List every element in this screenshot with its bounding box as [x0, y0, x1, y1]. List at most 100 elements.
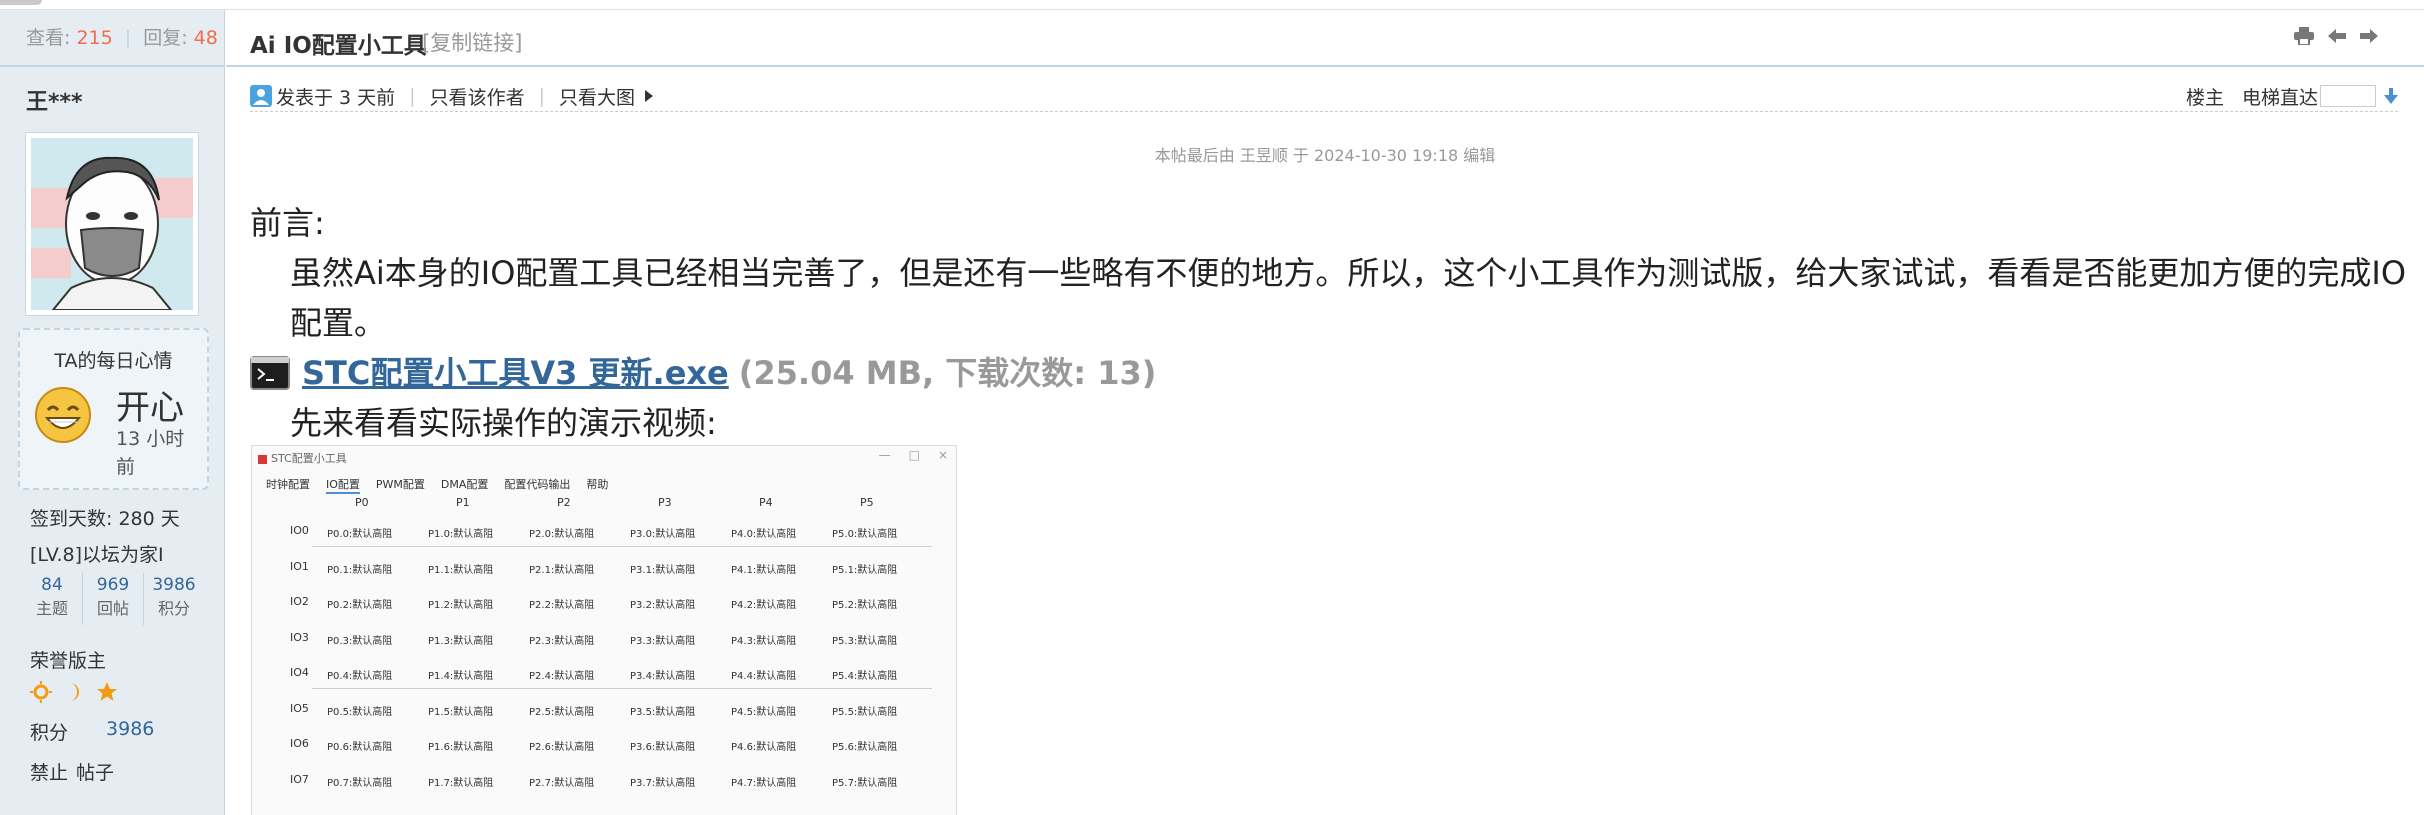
- top-strip: [0, 0, 2424, 10]
- author-name[interactable]: 王***: [26, 84, 83, 116]
- mood-word: 开心: [116, 388, 184, 428]
- honor-title: 荣誉版主: [30, 650, 107, 672]
- count-label: 主题: [35, 599, 68, 618]
- shot-cell: P3.0:默认高阻: [630, 529, 696, 540]
- count-value[interactable]: 84: [22, 573, 82, 597]
- shot-window-title: STC配置小工具: [258, 450, 347, 466]
- post-content: 前言: 虽然Ai本身的IO配置工具已经相当完善了，但是还有一些略有不便的地方。所…: [250, 198, 2410, 448]
- thread-titlebar: Ai IO配置小工具 [复制链接]: [226, 10, 2424, 67]
- attachment-meta: (25.04 MB, 下载次数: 13): [738, 354, 1157, 392]
- shot-column-header: P4: [759, 496, 773, 509]
- shot-cell: P4.5:默认高阻: [731, 706, 797, 718]
- author-sidebar: 查看: 215 | 回复: 48 王*** TA的每日心情 开心 13 小时前 …: [0, 10, 225, 815]
- posts-link[interactable]: 帖子: [76, 758, 114, 785]
- shot-cell: P5.6:默认高阻: [832, 742, 898, 753]
- shot-row-label: IO7: [290, 772, 309, 786]
- shot-cell: P1.4:默认高阻: [428, 671, 494, 682]
- shot-title-text: STC配置小工具: [271, 452, 347, 465]
- post-paragraph: 虽然Ai本身的IO配置工具已经相当完善了，但是还有一些略有不便的地方。所以，这个…: [290, 254, 2407, 342]
- count-points[interactable]: 3986 积分: [144, 573, 204, 625]
- triangle-right-icon[interactable]: [643, 89, 655, 103]
- shot-row-label: IO0: [290, 524, 309, 537]
- shot-cell: P4.7:默认高阻: [731, 777, 797, 789]
- down-arrow-icon[interactable]: [2384, 88, 2398, 104]
- shot-cell: P0.6:默认高阻: [327, 742, 393, 753]
- mood-time: 13 小时前: [116, 428, 185, 478]
- shot-row-label: IO1: [290, 559, 309, 573]
- shot-cell: P0.5:默认高阻: [327, 706, 393, 718]
- score-row: 积分 3986: [30, 718, 154, 745]
- ban-link[interactable]: 禁止: [30, 758, 68, 785]
- embedded-screenshot[interactable]: STC配置小工具 — □ × 时钟配置 IO配置 PWM配置 DMA配置 配置代…: [251, 445, 957, 815]
- count-value[interactable]: 3986: [144, 573, 204, 597]
- title-tools: [2294, 27, 2378, 45]
- shot-cell: P2.6:默认高阻: [529, 742, 595, 753]
- happy-face-icon: [35, 387, 91, 443]
- shot-cell: P4.4:默认高阻: [731, 671, 797, 682]
- shot-cell: P2.7:默认高阻: [529, 777, 595, 789]
- shot-cell: P2.3:默认高阻: [529, 635, 595, 647]
- maximize-icon: □: [908, 448, 920, 462]
- shot-cell: P0.4:默认高阻: [327, 671, 393, 682]
- post-info-right: 楼主 电梯直达: [2186, 82, 2398, 110]
- terminal-icon: [250, 356, 290, 390]
- shot-cell: P2.2:默认高阻: [529, 600, 595, 611]
- shot-cell: P3.7:默认高阻: [630, 777, 696, 789]
- attachment-link[interactable]: STC配置小工具V3 更新.exe: [302, 348, 729, 398]
- shot-cell: P4.1:默认高阻: [731, 564, 797, 576]
- star-icon: [97, 682, 117, 701]
- count-replies[interactable]: 969 回帖: [83, 573, 144, 625]
- shot-column-header: P1: [456, 496, 470, 509]
- attachment: STC配置小工具V3 更新.exe (25.04 MB, 下载次数: 13): [250, 348, 2410, 398]
- demo-text: 先来看看实际操作的演示视频:: [290, 404, 717, 442]
- avatar-image: [31, 138, 193, 310]
- shot-cell: P1.2:默认高阻: [428, 600, 494, 611]
- shot-cell: P1.6:默认高阻: [428, 742, 494, 753]
- divider: |: [538, 85, 545, 107]
- floor-label: 楼主: [2185, 86, 2224, 109]
- shot-tab: 帮助: [586, 478, 609, 491]
- big-image-link[interactable]: 只看大图: [559, 83, 635, 110]
- arrow-right-icon[interactable]: [2360, 27, 2378, 45]
- shot-cell: P3.6:默认高阻: [630, 742, 696, 753]
- score-label: 积分: [30, 722, 69, 744]
- post-info-bar: 发表于 3 天前 | 只看该作者 | 只看大图 楼主 电梯直达: [250, 82, 2398, 112]
- views-label: 查看:: [26, 27, 71, 49]
- shot-cell: P4.3:默认高阻: [731, 635, 797, 647]
- divider: |: [409, 85, 416, 107]
- thread-stats: 查看: 215 | 回复: 48: [0, 10, 224, 67]
- shot-cell: P4.2:默认高阻: [731, 600, 797, 611]
- post-time: 发表于 3 天前: [276, 86, 396, 109]
- shot-cell: P1.0:默认高阻: [428, 529, 494, 540]
- shot-cell: P3.5:默认高阻: [630, 706, 696, 718]
- avatar[interactable]: [25, 132, 199, 316]
- post-main: Ai IO配置小工具 [复制链接] 发表于 3 天前 | 只看该作者 | 只看大…: [226, 10, 2424, 815]
- shot-cell: P3.1:默认高阻: [630, 564, 696, 576]
- shot-window-buttons: — □ ×: [879, 448, 948, 462]
- shot-cell: P3.3:默认高阻: [630, 635, 696, 647]
- shot-cell: P1.7:默认高阻: [428, 777, 494, 789]
- shot-tab: PWM配置: [375, 478, 425, 491]
- count-value[interactable]: 969: [83, 573, 143, 597]
- shot-cell: P0.7:默认高阻: [327, 777, 393, 789]
- shot-cell: P5.0:默认高阻: [832, 529, 898, 540]
- shot-row-label: IO3: [290, 630, 309, 644]
- replies-count: 48: [193, 27, 218, 49]
- shot-cell: P0.2:默认高阻: [327, 600, 393, 611]
- print-icon[interactable]: [2294, 27, 2314, 45]
- close-icon: ×: [937, 448, 948, 462]
- copy-link-button[interactable]: [复制链接]: [422, 27, 522, 57]
- arrow-left-icon[interactable]: [2328, 27, 2346, 45]
- shot-cell: P5.1:默认高阻: [832, 564, 898, 576]
- scroll-nub: [0, 0, 42, 5]
- shot-tabs: 时钟配置 IO配置 PWM配置 DMA配置 配置代码输出 帮助: [266, 476, 608, 494]
- shot-cell: P0.3:默认高阻: [327, 635, 393, 647]
- floor-input[interactable]: [2320, 85, 2376, 107]
- elevator-label: 电梯直达: [2241, 86, 2318, 109]
- count-topics[interactable]: 84 主题: [22, 573, 83, 625]
- shot-cell: P4.0:默认高阻: [731, 529, 797, 540]
- only-author-link[interactable]: 只看该作者: [430, 83, 525, 110]
- shot-divider: [312, 688, 932, 689]
- user-level[interactable]: [LV.8]以坛为家I: [30, 540, 164, 567]
- shot-cell: P4.6:默认高阻: [731, 742, 797, 753]
